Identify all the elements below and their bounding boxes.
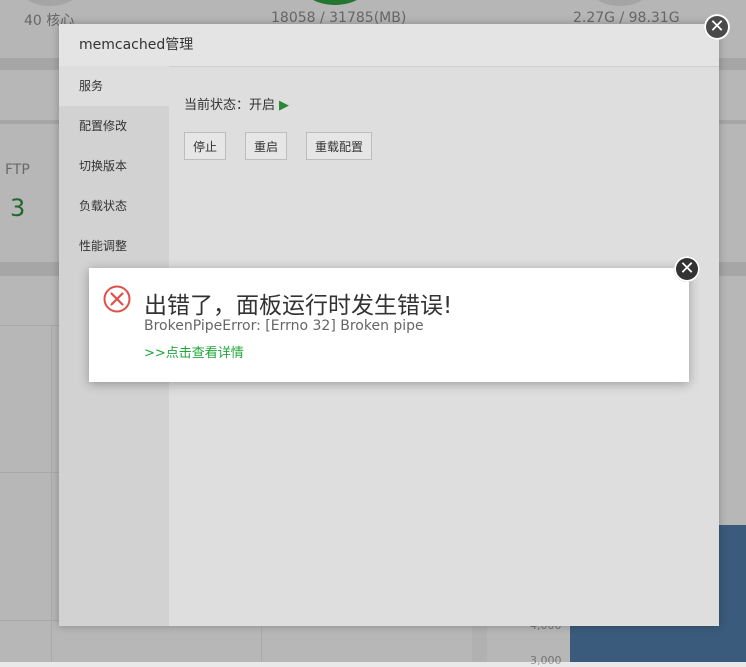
stop-button[interactable]: 停止 [184, 132, 227, 160]
menu-item-config[interactable]: 配置修改 [59, 106, 169, 146]
menu-item-service[interactable]: 服务 [59, 66, 169, 106]
service-status: 当前状态：开启 ▶ [184, 94, 289, 113]
menu-item-load-status[interactable]: 负载状态 [59, 186, 169, 226]
error-title: 出错了，面板运行时发生错误! [144, 293, 453, 319]
menu-item-switch-version[interactable]: 切换版本 [59, 146, 169, 186]
error-popup: 出错了，面板运行时发生错误! BrokenPipeError: [Errno 3… [89, 268, 689, 382]
menu-item-performance[interactable]: 性能调整 [59, 226, 169, 266]
restart-button[interactable]: 重启 [245, 132, 288, 160]
error-message: BrokenPipeError: [Errno 32] Broken pipe [144, 318, 424, 334]
error-icon [103, 285, 131, 313]
error-close-icon[interactable]: ✕ [674, 256, 700, 282]
play-icon: ▶ [279, 98, 290, 113]
dialog-close-icon[interactable]: ✕ [704, 14, 730, 40]
error-details-link[interactable]: >>点击查看详情 [144, 342, 244, 361]
service-status-text: 当前状态：开启 [184, 98, 276, 113]
reload-config-button[interactable]: 重载配置 [306, 132, 373, 160]
dialog-title: memcached管理 [59, 24, 719, 67]
